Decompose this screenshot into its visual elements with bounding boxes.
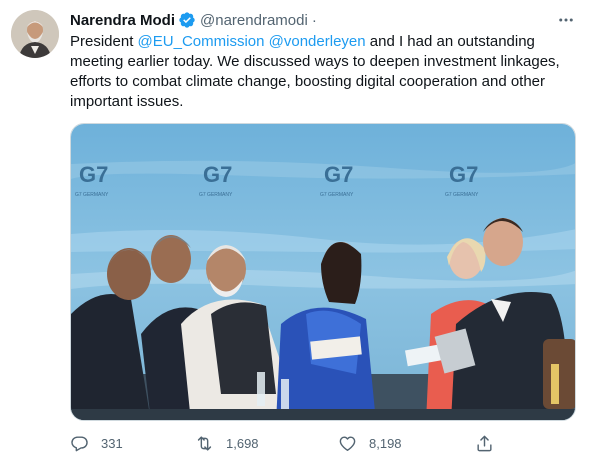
author-handle[interactable]: @narendramodi <box>200 12 308 29</box>
retweet-button[interactable]: 1,698 <box>195 432 259 454</box>
tweet-card: Narendra Modi @narendramodi · President … <box>0 0 590 460</box>
mention-vonderleyen[interactable]: @vonderleyen <box>269 33 366 50</box>
retweet-icon <box>197 435 212 451</box>
more-options-button[interactable] <box>554 10 578 30</box>
g7-logo: G7 <box>79 162 108 187</box>
tweet-actions: 331 1,698 8,198 <box>70 432 550 454</box>
g7-caption: G7 GERMANY <box>445 192 479 198</box>
g7-caption: G7 GERMANY <box>199 192 233 198</box>
more-dots-icon <box>559 18 573 22</box>
header-separator: · <box>311 11 317 29</box>
text-prefix: President <box>70 33 138 50</box>
author-name[interactable]: Narendra Modi <box>70 12 175 29</box>
share-icon <box>477 435 492 451</box>
mention-eu-commission[interactable]: @EU_Commission <box>138 33 265 50</box>
g7-caption: G7 GERMANY <box>75 192 109 198</box>
verified-badge-icon <box>178 11 196 29</box>
share-button[interactable] <box>475 432 506 454</box>
tweet-header: Narendra Modi @narendramodi · <box>70 10 317 30</box>
g7-logo: G7 <box>449 162 478 187</box>
reply-icon <box>71 435 88 451</box>
retweet-count: 1,698 <box>226 435 259 451</box>
tweet-text: President @EU_Commission @vonderleyen an… <box>70 32 575 112</box>
reply-button[interactable]: 331 <box>70 432 123 454</box>
g7-caption: G7 GERMANY <box>320 192 354 198</box>
heart-icon <box>339 435 356 451</box>
like-button[interactable]: 8,198 <box>338 432 402 454</box>
reply-count: 331 <box>101 435 123 451</box>
meeting-photo: G7 G7 GERMANY G7 G7 GERMANY G7 G7 GERMAN… <box>71 124 575 420</box>
g7-logo: G7 <box>324 162 353 187</box>
avatar[interactable] <box>11 10 59 58</box>
g7-logo: G7 <box>203 162 232 187</box>
like-count: 8,198 <box>369 435 402 451</box>
avatar-image <box>11 10 59 58</box>
tweet-photo[interactable]: G7 G7 GERMANY G7 G7 GERMANY G7 G7 GERMAN… <box>70 123 576 421</box>
